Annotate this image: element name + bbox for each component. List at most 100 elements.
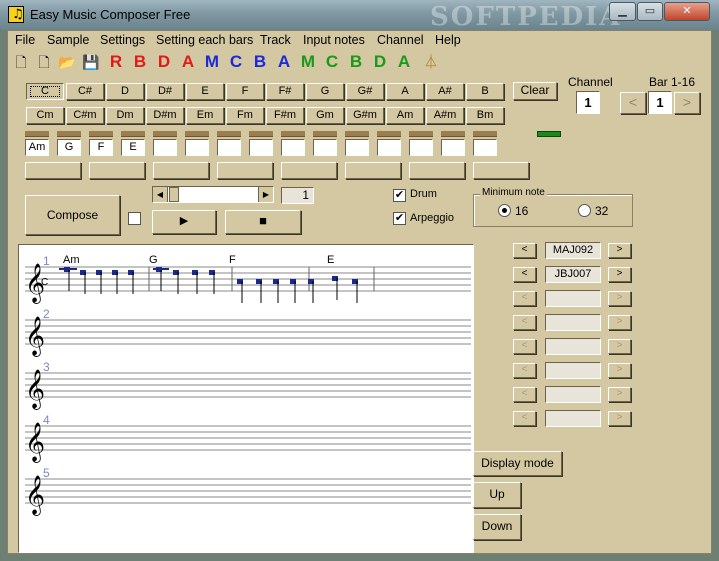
chord-button-bm[interactable]: Bm (466, 107, 504, 124)
chord-button-e[interactable]: E (186, 83, 224, 100)
new-file-icon[interactable]: 🗋 (10, 51, 32, 73)
menu-help[interactable]: Help (435, 33, 461, 47)
track-prev-button-5[interactable]: < (513, 339, 536, 354)
track-next-button-6[interactable]: > (608, 363, 631, 378)
toolbar-letter-12[interactable]: A (393, 51, 415, 73)
chord-button-gsharpm[interactable]: G#m (346, 107, 384, 124)
chord-slot-11[interactable] (345, 139, 369, 156)
chord-button-b[interactable]: B (466, 83, 504, 100)
save-disk-icon[interactable]: 💾 (80, 51, 102, 73)
toolbar-letter-2[interactable]: D (153, 51, 175, 73)
metronome-icon[interactable]: ⏃ (420, 51, 442, 73)
chord-button-csharpm[interactable]: C#m (66, 107, 104, 124)
bar-prev-button[interactable]: < (620, 92, 646, 114)
chord-slot-4[interactable]: E (121, 139, 145, 156)
track-name-8[interactable] (545, 410, 601, 427)
pattern-slot-5[interactable] (281, 162, 337, 179)
menu-input-notes[interactable]: Input notes (303, 33, 365, 47)
toolbar-letter-7[interactable]: A (273, 51, 295, 73)
chord-button-fsharpm[interactable]: F#m (266, 107, 304, 124)
chord-button-asharp[interactable]: A# (426, 83, 464, 100)
bar-next-button[interactable]: > (674, 92, 700, 114)
chord-button-csharp[interactable]: C# (66, 83, 104, 100)
chord-slot-13[interactable] (409, 139, 433, 156)
chord-button-dsharpm[interactable]: D#m (146, 107, 184, 124)
pattern-slot-8[interactable] (473, 162, 529, 179)
toolbar-letter-0[interactable]: R (105, 51, 127, 73)
track-next-button-1[interactable]: > (608, 243, 631, 258)
menu-file[interactable]: File (15, 33, 35, 47)
toolbar-letter-6[interactable]: B (249, 51, 271, 73)
position-slider[interactable]: ◀ ▶ (152, 186, 274, 203)
pattern-slot-7[interactable] (409, 162, 465, 179)
toolbar-letter-9[interactable]: C (321, 51, 343, 73)
chord-button-dsharp[interactable]: D# (146, 83, 184, 100)
stop-button[interactable]: ■ (225, 210, 301, 234)
track-next-button-7[interactable]: > (608, 387, 631, 402)
chord-button-c[interactable]: C (26, 83, 64, 100)
toolbar-letter-11[interactable]: D (369, 51, 391, 73)
pattern-slot-6[interactable] (345, 162, 401, 179)
track-next-button-8[interactable]: > (608, 411, 631, 426)
chord-slot-1[interactable]: Am (25, 139, 49, 156)
chord-slot-15[interactable] (473, 139, 497, 156)
chord-slot-7[interactable] (217, 139, 241, 156)
toolbar-letter-5[interactable]: C (225, 51, 247, 73)
track-name-7[interactable] (545, 386, 601, 403)
chord-button-asharpm[interactable]: A#m (426, 107, 464, 124)
bar-value[interactable]: 1 (648, 91, 672, 114)
score-staff[interactable]: 1𝄞2𝄞3𝄞4𝄞5𝄞CAm G F E (19, 245, 474, 553)
track-prev-button-4[interactable]: < (513, 315, 536, 330)
chord-slot-2[interactable]: G (57, 139, 81, 156)
track-next-button-5[interactable]: > (608, 339, 631, 354)
title-bar[interactable]: ♫ Easy Music Composer Free SOFTPEDIA ▁ ▭… (0, 0, 719, 32)
clear-button[interactable]: Clear (513, 82, 557, 100)
menu-sample[interactable]: Sample (47, 33, 89, 47)
track-next-button-2[interactable]: > (608, 267, 631, 282)
minimize-button[interactable]: ▁ (609, 2, 636, 21)
track-prev-button-1[interactable]: < (513, 243, 536, 258)
track-next-button-3[interactable]: > (608, 291, 631, 306)
up-button[interactable]: Up (473, 482, 521, 508)
close-button[interactable]: ✕ (664, 2, 710, 21)
minimum-note-32-radio[interactable] (578, 204, 591, 217)
pattern-slot-3[interactable] (153, 162, 209, 179)
toolbar-letter-8[interactable]: M (297, 51, 319, 73)
toolbar-letter-1[interactable]: B (129, 51, 151, 73)
channel-value[interactable]: 1 (576, 91, 600, 114)
chord-slot-5[interactable] (153, 139, 177, 156)
track-name-3[interactable] (545, 290, 601, 307)
menu-track[interactable]: Track (260, 33, 291, 47)
pattern-slot-2[interactable] (89, 162, 145, 179)
minimum-note-16-radio[interactable] (498, 204, 511, 217)
play-button[interactable]: ▶ (152, 210, 216, 234)
chord-button-dm[interactable]: Dm (106, 107, 144, 124)
display-mode-button[interactable]: Display mode (473, 451, 562, 476)
down-button[interactable]: Down (473, 514, 521, 540)
chord-button-g[interactable]: G (306, 83, 344, 100)
compose-option-checkbox[interactable] (128, 212, 141, 225)
slider-left-arrow[interactable]: ◀ (153, 187, 168, 202)
track-prev-button-3[interactable]: < (513, 291, 536, 306)
track-prev-button-2[interactable]: < (513, 267, 536, 282)
chord-slot-9[interactable] (281, 139, 305, 156)
chord-slot-8[interactable] (249, 139, 273, 156)
toolbar-letter-10[interactable]: B (345, 51, 367, 73)
chord-button-cm[interactable]: Cm (26, 107, 64, 124)
slider-thumb[interactable] (169, 187, 179, 202)
chord-button-fsharp[interactable]: F# (266, 83, 304, 100)
chord-slot-6[interactable] (185, 139, 209, 156)
open-folder-icon[interactable]: 📂 (56, 51, 78, 73)
chord-slot-10[interactable] (313, 139, 337, 156)
chord-button-d[interactable]: D (106, 83, 144, 100)
menu-channel[interactable]: Channel (377, 33, 424, 47)
chord-slot-14[interactable] (441, 139, 465, 156)
pattern-slot-1[interactable] (25, 162, 81, 179)
track-next-button-4[interactable]: > (608, 315, 631, 330)
toolbar-letter-3[interactable]: A (177, 51, 199, 73)
maximize-button[interactable]: ▭ (637, 2, 663, 21)
chord-button-f[interactable]: F (226, 83, 264, 100)
track-name-2[interactable]: JBJ007 (545, 266, 601, 283)
menu-setting-each-bars[interactable]: Setting each bars (156, 33, 253, 47)
chord-button-fm[interactable]: Fm (226, 107, 264, 124)
